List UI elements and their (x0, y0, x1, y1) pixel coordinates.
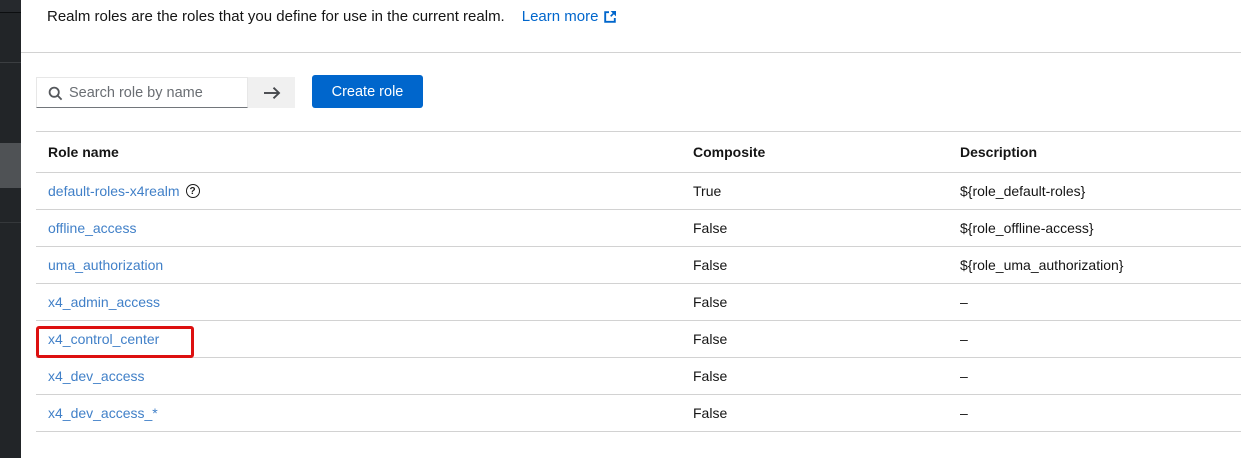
help-icon[interactable]: ? (186, 184, 200, 198)
search-input[interactable] (69, 78, 244, 107)
column-header-role-name[interactable]: Role name (36, 144, 693, 160)
role-link[interactable]: offline_access (48, 220, 136, 236)
nav-divider (0, 222, 21, 223)
nav-divider (0, 62, 21, 63)
composite-value: False (693, 331, 960, 347)
external-link-icon (603, 10, 617, 24)
table-row: x4_dev_access False – (36, 358, 1241, 395)
search-box (36, 77, 248, 108)
table-header-row: Role name Composite Description (36, 131, 1241, 173)
role-link[interactable]: x4_dev_access (48, 368, 145, 384)
composite-value: False (693, 220, 960, 236)
realm-roles-page: Realm roles are the roles that you defin… (0, 0, 1241, 458)
description-value: ${role_default-roles} (960, 183, 1241, 199)
nav-selected-item[interactable] (0, 143, 21, 188)
search-submit-button[interactable] (248, 77, 295, 108)
role-link[interactable]: uma_authorization (48, 257, 163, 273)
role-link[interactable]: x4_admin_access (48, 294, 160, 310)
realm-roles-description: Realm roles are the roles that you defin… (47, 7, 505, 27)
description-value: – (960, 405, 1241, 421)
table-row: x4_dev_access_* False – (36, 395, 1241, 432)
composite-value: True (693, 183, 960, 199)
composite-value: False (693, 294, 960, 310)
learn-more-label: Learn more (522, 7, 599, 27)
role-link[interactable]: x4_dev_access_* (48, 405, 158, 421)
role-link[interactable]: x4_control_center (48, 331, 159, 347)
intro-row: Realm roles are the roles that you defin… (47, 7, 617, 27)
table-row: offline_access False ${role_offline-acce… (36, 210, 1241, 247)
table-row: x4_admin_access False – (36, 284, 1241, 321)
description-value: ${role_uma_authorization} (960, 257, 1241, 273)
table-row: uma_authorization False ${role_uma_autho… (36, 247, 1241, 284)
description-value: ${role_offline-access} (960, 220, 1241, 236)
column-header-description[interactable]: Description (960, 144, 1241, 160)
composite-value: False (693, 257, 960, 273)
search-icon (48, 86, 63, 101)
composite-value: False (693, 405, 960, 421)
table-row: default-roles-x4realm ? True ${role_defa… (36, 173, 1241, 210)
composite-value: False (693, 368, 960, 384)
nav-sidebar-sliver[interactable] (0, 0, 21, 458)
search-group (36, 77, 295, 108)
arrow-right-icon (263, 86, 281, 100)
role-link[interactable]: default-roles-x4realm (48, 183, 180, 199)
section-divider (21, 52, 1241, 53)
realm-roles-table: Role name Composite Description default-… (36, 131, 1241, 432)
table-row-highlighted: x4_control_center False – (36, 321, 1241, 358)
description-value: – (960, 294, 1241, 310)
create-role-button[interactable]: Create role (312, 75, 423, 108)
description-value: – (960, 331, 1241, 347)
learn-more-link[interactable]: Learn more (522, 7, 618, 27)
masthead-edge (0, 0, 21, 13)
description-value: – (960, 368, 1241, 384)
column-header-composite[interactable]: Composite (693, 144, 960, 160)
